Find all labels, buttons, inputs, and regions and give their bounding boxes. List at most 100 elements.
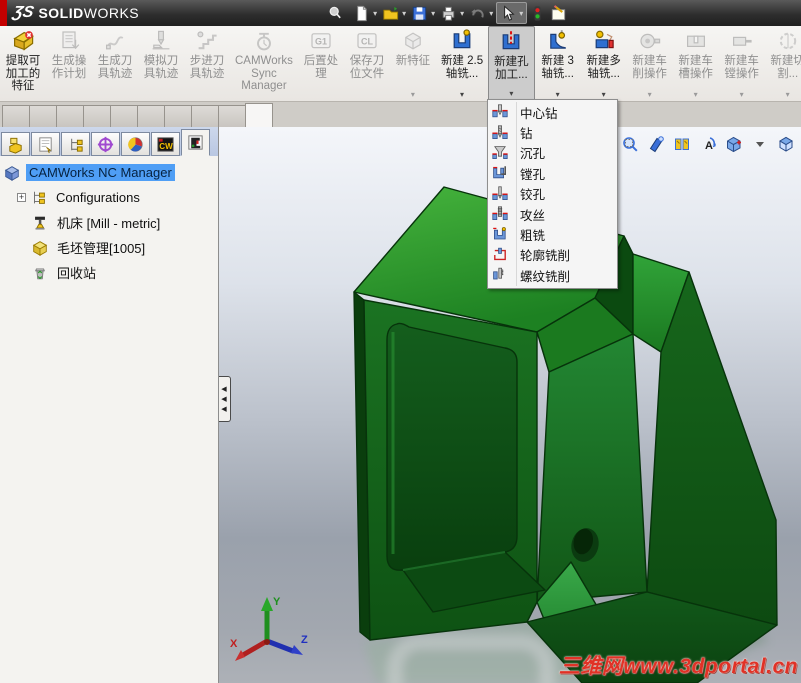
propertymanager-tab[interactable] <box>31 132 60 156</box>
search-icon[interactable] <box>327 5 343 21</box>
dropdown-caret[interactable]: ▾ <box>458 9 466 18</box>
watermark: 三维网www.3dportal.cn <box>558 655 798 678</box>
dropdown-caret[interactable]: ▾ <box>429 9 437 18</box>
extract-machinable-features-button[interactable]: 提取可 加工的 特征 <box>0 26 46 101</box>
tab-solidworks-addins[interactable] <box>191 105 219 127</box>
h-hide-icon <box>672 134 692 154</box>
generate-toolpath-button[interactable]: 生成刀 具轨迹 <box>92 26 138 101</box>
dropdown-caret[interactable]: ▾ <box>517 9 525 18</box>
dropdown-caret[interactable]: ▾ <box>460 90 464 100</box>
ft-cw-icon <box>156 135 175 154</box>
panel-collapse-handle[interactable]: ◀ ◀ ◀ <box>219 376 231 422</box>
solidworks-window: G1 CL CW <box>0 0 801 683</box>
command-button-label: 步进刀 具轨迹 <box>189 55 225 80</box>
tab-evaluate[interactable] <box>137 105 165 127</box>
menu-item-ream[interactable]: 铰孔 <box>488 184 617 204</box>
menu-item-bore[interactable]: 镗孔 <box>488 163 617 183</box>
featuremanager-tab[interactable] <box>1 132 30 156</box>
menu-item-counterbore[interactable]: 沉孔 <box>488 143 617 163</box>
simulate-toolpath-button[interactable]: 模拟刀 具轨迹 <box>138 26 184 101</box>
display-style-button[interactable] <box>722 133 745 155</box>
step-through-toolpath-button[interactable]: 步进刀 具轨迹 <box>184 26 230 101</box>
dropdown-caret[interactable]: ▾ <box>648 90 652 100</box>
open-button[interactable]: ▾ <box>380 2 409 24</box>
new-3-axis-mill-button[interactable]: 新建 3 轴铣... ▾ <box>535 26 581 101</box>
q-open-icon <box>381 4 400 23</box>
dropdown-caret[interactable]: ▾ <box>786 90 790 100</box>
tree-item-configurations[interactable]: + Configurations <box>3 185 218 210</box>
tab-camworks-2015[interactable] <box>245 103 273 127</box>
display-style-caret[interactable] <box>748 133 771 155</box>
dropdown-caret[interactable]: ▾ <box>694 90 698 100</box>
dropdown-caret[interactable]: ▾ <box>509 89 513 99</box>
new-turn-operation-button[interactable]: 新建车 削操作 ▾ <box>627 26 673 101</box>
ft-feature-icon <box>6 135 25 154</box>
new-feature-button[interactable]: 新特征 ▾ <box>390 26 436 101</box>
new-document-button[interactable]: ▾ <box>351 2 380 24</box>
tab-sketch[interactable] <box>29 105 57 127</box>
new-cut-operation-button[interactable]: 新建切 割... ▾ <box>765 26 801 101</box>
new-multi-axis-mill-button[interactable]: 新建多 轴铣... ▾ <box>581 26 627 101</box>
tab-surfaces[interactable] <box>56 105 84 127</box>
menu-item-thread-mill[interactable]: 螺纹铣削 <box>488 265 617 285</box>
section-view-button[interactable] <box>644 133 667 155</box>
h-style-icon <box>724 134 744 154</box>
tree-item-recycle-bin[interactable]: 回收站 <box>3 260 218 285</box>
menu-item-drill[interactable]: 钻 <box>488 122 617 142</box>
dropdown-caret[interactable]: ▾ <box>400 9 408 18</box>
tab-features[interactable] <box>2 105 30 127</box>
menu-item-rough-mill[interactable]: 粗铣 <box>488 224 617 244</box>
generate-operation-plan-button[interactable]: 生成操 作计划 <box>46 26 92 101</box>
command-button-label: CAMWorks Sync Manager <box>235 55 293 92</box>
save-cl-file-button[interactable]: 保存刀 位文件 <box>344 26 390 101</box>
hide-show-items-button[interactable] <box>670 133 693 155</box>
post-process-button[interactable]: 后置处 理 <box>298 26 344 101</box>
h-cube-icon <box>776 134 796 154</box>
camworks-feature-tree-tab[interactable] <box>151 132 180 156</box>
sketch-button[interactable] <box>548 2 569 24</box>
tab-camworks-workflow[interactable] <box>218 105 246 127</box>
tab-weldments[interactable] <box>83 105 111 127</box>
select-button[interactable]: ▾ <box>496 2 528 24</box>
tab-direct-editing[interactable] <box>110 105 138 127</box>
command-button-label: 新建车 镗操作 <box>724 55 759 80</box>
dropdown-caret[interactable]: ▾ <box>411 90 415 100</box>
expand-toggle[interactable]: + <box>17 193 26 202</box>
camworks-operation-tree-tab[interactable] <box>181 129 210 156</box>
tab-dimxpert[interactable] <box>164 105 192 127</box>
dropdown-caret[interactable]: ▾ <box>487 9 495 18</box>
new-hole-machining-button[interactable]: 新建孔 加工... ▾ <box>488 26 535 101</box>
view-orientation-button[interactable] <box>696 133 719 155</box>
toolpath-icon <box>102 29 128 53</box>
command-manager-toolbar: 提取可 加工的 特征 生成操 作计划 生成刀 具轨迹 模拟刀 具轨迹 步进刀 具… <box>0 26 801 102</box>
ft-display-icon <box>126 135 145 154</box>
rough-mill-icon <box>492 226 520 243</box>
tree-item-stock-manager[interactable]: 毛坯管理[1005] <box>3 235 218 260</box>
undo-button[interactable]: ▾ <box>467 2 496 24</box>
tree-item-machine[interactable]: 机床 [Mill - metric] <box>3 210 218 235</box>
view-settings-button[interactable] <box>774 133 797 155</box>
q-print-icon <box>439 4 458 23</box>
command-button-label: 新建孔 加工... <box>494 56 529 81</box>
dropdown-caret[interactable]: ▾ <box>740 90 744 100</box>
save-button[interactable]: ▾ <box>409 2 438 24</box>
sync-icon <box>251 29 277 53</box>
menu-item-contour-mill[interactable]: 轮廓铣削 <box>488 245 617 265</box>
dropdown-caret[interactable]: ▾ <box>371 9 379 18</box>
hole-machining-dropdown-menu: 中心钻 钻 沉孔 镗孔 铰孔 攻丝 粗铣 轮廓铣削 螺纹铣削 <box>487 99 618 289</box>
new-turn-bore-operation-button[interactable]: 新建车 镗操作 ▾ <box>719 26 765 101</box>
dimxpertmanager-tab[interactable] <box>91 132 120 156</box>
counterbore-icon <box>492 145 520 161</box>
zoom-to-area-button[interactable] <box>618 133 641 155</box>
menu-item-tap[interactable]: 攻丝 <box>488 204 617 224</box>
drill-icon <box>492 124 520 141</box>
displaymanager-tab[interactable] <box>121 132 150 156</box>
configurationmanager-tab[interactable] <box>61 132 90 156</box>
tree-item-nc-manager[interactable]: CAMWorks NC Manager <box>3 160 218 185</box>
new-25-axis-mill-button[interactable]: 新建 2.5 轴铣... ▾ <box>436 26 488 101</box>
camworks-sync-manager-button[interactable]: CAMWorks Sync Manager <box>230 26 298 101</box>
print-button[interactable]: ▾ <box>438 2 467 24</box>
new-groove-operation-button[interactable]: 新建车 槽操作 ▾ <box>673 26 719 101</box>
menu-item-center-drill[interactable]: 中心钻 <box>488 102 617 122</box>
rebuild-traffic-light-button[interactable] <box>527 2 548 24</box>
